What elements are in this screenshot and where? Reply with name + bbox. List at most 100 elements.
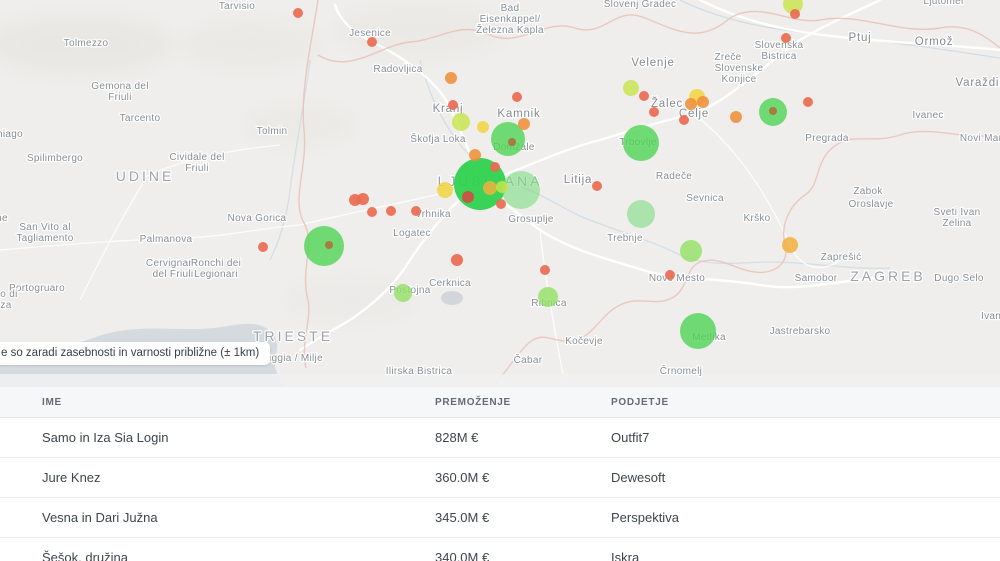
- map-city-label: UDINE: [116, 168, 175, 184]
- map-marker[interactable]: [730, 111, 742, 123]
- map-marker[interactable]: [452, 113, 470, 131]
- map-marker[interactable]: [803, 97, 813, 107]
- map[interactable]: TarvisioTolmezzoGemona delFriuliTarcento…: [0, 0, 1000, 387]
- table-row[interactable]: Jure Knez360.0M €Dewesoft: [0, 458, 1000, 498]
- table-header: IME PREMOŽENJE PODJETJE: [0, 387, 1000, 418]
- map-marker[interactable]: [357, 193, 369, 205]
- map-marker[interactable]: [386, 206, 396, 216]
- map-marker[interactable]: [448, 100, 458, 110]
- column-header-premozenje[interactable]: PREMOŽENJE: [435, 397, 611, 408]
- map-marker[interactable]: [665, 270, 675, 280]
- table-row[interactable]: Šešok, družina340.0M €Iskra: [0, 538, 1000, 561]
- map-marker[interactable]: [623, 80, 639, 96]
- table-row[interactable]: Samo in Iza Sia Login828M €Outfit7: [0, 418, 1000, 458]
- map-city-label: ZAGREB: [850, 268, 926, 284]
- map-city-label: Ormož: [915, 36, 954, 48]
- map-city-label: Novi Maro: [960, 133, 1000, 144]
- map-marker[interactable]: [697, 96, 709, 108]
- column-header-ime[interactable]: IME: [42, 397, 435, 408]
- map-marker[interactable]: [411, 206, 421, 216]
- map-city-label: SlovenskeKonjice: [715, 63, 764, 85]
- map-marker[interactable]: [769, 107, 777, 115]
- map-marker[interactable]: [782, 237, 798, 253]
- map-city-label: Ilirska Bistrica: [386, 366, 453, 377]
- map-city-label: Zaprešić: [821, 252, 862, 263]
- map-marker[interactable]: [680, 240, 702, 262]
- map-lake: [441, 291, 463, 305]
- map-marker[interactable]: [490, 162, 500, 172]
- map-marker[interactable]: [367, 37, 377, 47]
- table-row[interactable]: Vesna in Dari Južna345.0M €Perspektiva: [0, 498, 1000, 538]
- map-city-label: Grosuplje: [508, 214, 554, 225]
- map-city-label: Logatec: [393, 228, 431, 239]
- column-header-podjetje[interactable]: PODJETJE: [611, 397, 1000, 408]
- map-marker[interactable]: [508, 138, 516, 146]
- map-marker[interactable]: [367, 207, 377, 217]
- map-city-label: Sevnica: [686, 193, 724, 204]
- map-marker[interactable]: [477, 121, 489, 133]
- map-city-label: Litija: [564, 174, 592, 186]
- map-marker[interactable]: [623, 125, 659, 161]
- map-city-label: Slovenj Gradec: [604, 0, 677, 10]
- map-city-label: Čabar: [514, 353, 543, 366]
- map-city-label: San Vito alTagliamento: [16, 222, 73, 244]
- map-city-label: niago: [0, 129, 23, 140]
- map-city-label: Novo Mesto: [649, 273, 705, 284]
- map-bottom-fade: [0, 374, 1000, 387]
- map-city-label: Ptuj: [848, 32, 871, 44]
- app: TarvisioTolmezzoGemona delFriuliTarcento…: [0, 0, 1000, 561]
- map-marker[interactable]: [394, 284, 412, 302]
- cell-premozenje: 340.0M €: [435, 550, 611, 561]
- map-marker[interactable]: [679, 115, 689, 125]
- map-city-label: Samobor: [795, 273, 838, 284]
- cell-premozenje: 345.0M €: [435, 510, 611, 525]
- map-city-label: Jastrebarsko: [770, 326, 831, 337]
- cell-premozenje: 828M €: [435, 430, 611, 445]
- map-marker[interactable]: [483, 181, 497, 195]
- table-body: Samo in Iza Sia Login828M €Outfit7Jure K…: [0, 418, 1000, 561]
- map-marker[interactable]: [627, 200, 655, 228]
- cell-podjetje: Perspektiva: [611, 510, 1000, 525]
- map-marker[interactable]: [781, 33, 791, 43]
- map-marker[interactable]: [685, 98, 697, 110]
- map-marker[interactable]: [540, 265, 550, 275]
- cell-ime: Šešok, družina: [42, 550, 435, 561]
- map-marker[interactable]: [325, 241, 333, 249]
- map-marker[interactable]: [469, 149, 481, 161]
- map-city-label: Tarvisio: [219, 1, 255, 12]
- map-city-label: Radovljica: [373, 64, 422, 75]
- map-city-label: Oroslavje: [849, 199, 894, 210]
- map-marker[interactable]: [538, 287, 558, 307]
- map-marker[interactable]: [502, 171, 540, 209]
- map-marker[interactable]: [258, 242, 268, 252]
- map-city-label: Črnomelj: [660, 364, 702, 377]
- map-marker[interactable]: [445, 72, 457, 84]
- map-marker[interactable]: [512, 92, 522, 102]
- map-city-label: Zreče: [714, 52, 741, 63]
- map-city-label: Ivanić: [981, 311, 1000, 322]
- map-marker[interactable]: [496, 199, 506, 209]
- map-marker[interactable]: [451, 254, 463, 266]
- map-city-label: Cerknica: [429, 278, 471, 289]
- map-marker[interactable]: [496, 181, 508, 193]
- map-city-label: Kamnik: [497, 108, 540, 120]
- map-marker[interactable]: [518, 118, 530, 130]
- map-marker[interactable]: [592, 181, 602, 191]
- map-marker[interactable]: [680, 313, 716, 349]
- map-city-label: Dugo Selo: [934, 273, 984, 284]
- map-city-label: Nova Gorica: [228, 213, 287, 224]
- map-marker[interactable]: [293, 8, 303, 18]
- map-marker[interactable]: [639, 91, 649, 101]
- map-city-label: Tolmezzo: [64, 38, 109, 49]
- map-marker[interactable]: [649, 107, 659, 117]
- map-marker[interactable]: [437, 182, 453, 198]
- cell-ime: Samo in Iza Sia Login: [42, 430, 435, 445]
- map-city-label: Zabok: [853, 186, 883, 197]
- cell-podjetje: Outfit7: [611, 430, 1000, 445]
- map-marker[interactable]: [304, 226, 344, 266]
- map-city-label: Varaždin: [956, 77, 1000, 89]
- map-marker[interactable]: [790, 9, 800, 19]
- map-marker[interactable]: [462, 191, 474, 203]
- map-city-label: Krško: [743, 213, 770, 224]
- map-city-label: Kočevje: [565, 336, 603, 347]
